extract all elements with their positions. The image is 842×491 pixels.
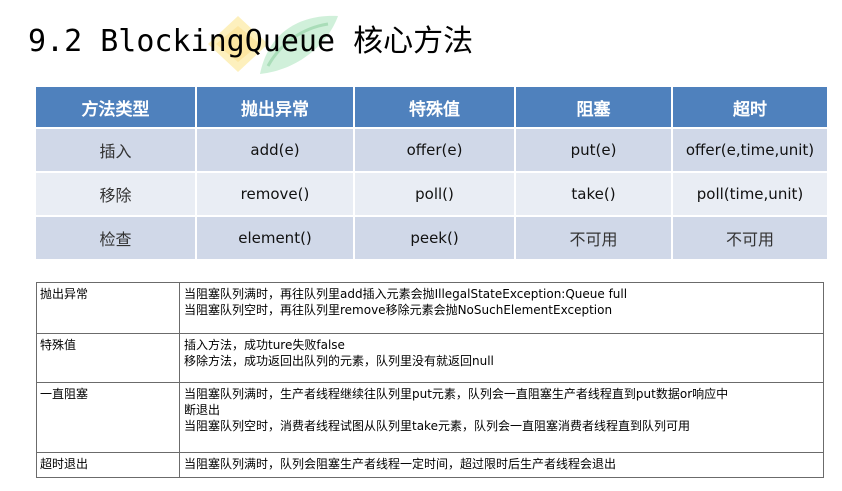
cell-not-applicable: 不可用 [672, 215, 827, 259]
desc-label-blocks: 一直阻塞 [36, 382, 180, 453]
table-row: 特殊值 插入方法，成功ture失败false 移除方法，成功返回出队列的元素，队… [36, 333, 824, 383]
desc-text-special: 插入方法，成功ture失败false 移除方法，成功返回出队列的元素，队列里没有… [179, 333, 824, 383]
desc-line: 插入方法，成功ture失败false [184, 338, 345, 352]
header-timeout: 超时 [672, 87, 827, 128]
desc-line: 当阻塞队列空时，再往队列里remove移除元素会抛NoSuchElementEx… [184, 303, 613, 317]
header-throws-exception: 抛出异常 [196, 87, 355, 128]
desc-label-special: 特殊值 [36, 333, 180, 383]
table-row: 一直阻塞 当阻塞队列满时，生产者线程继续往队列里put元素，队列会一直阻塞生产者… [36, 382, 824, 453]
cell-peek: peek() [354, 215, 516, 259]
header-special-value: 特殊值 [354, 87, 516, 128]
methods-table: 方法类型 抛出异常 特殊值 阻塞 超时 插入 add(e) offer(e) p… [36, 87, 827, 259]
table-row: 插入 add(e) offer(e) put(e) offer(e,time,u… [36, 127, 827, 172]
cell-poll-timeout: poll(time,unit) [672, 171, 827, 216]
table-row: 超时退出 当阻塞队列满时，队列会阻塞生产者线程一定时间，超过限时后生产者线程会退… [36, 452, 824, 478]
row-label-examine: 检查 [36, 215, 197, 259]
desc-line: 移除方法，成功返回出队列的元素，队列里没有就返回null [184, 354, 494, 368]
cell-add: add(e) [196, 127, 355, 172]
cell-remove: remove() [196, 171, 355, 216]
header-method-type: 方法类型 [36, 87, 197, 128]
desc-line: 当阻塞队列满时，生产者线程继续往队列里put元素，队列会一直阻塞生产者线程直到p… [184, 387, 729, 401]
cell-element: element() [196, 215, 355, 259]
description-table: 抛出异常 当阻塞队列满时，再往队列里add插入元素会抛IllegalStateE… [36, 282, 824, 478]
row-label-remove: 移除 [36, 171, 197, 216]
cell-offer-timeout: offer(e,time,unit) [672, 127, 827, 172]
table-row: 移除 remove() poll() take() poll(time,unit… [36, 171, 827, 216]
cell-put: put(e) [515, 127, 673, 172]
row-label-insert: 插入 [36, 127, 197, 172]
cell-not-applicable: 不可用 [515, 215, 673, 259]
page-title: 9.2 BlockingQueue 核心方法 [28, 24, 474, 59]
desc-label-throws: 抛出异常 [36, 282, 180, 334]
cell-take: take() [515, 171, 673, 216]
desc-line: 当阻塞队列满时，队列会阻塞生产者线程一定时间，超过限时后生产者线程会退出 [184, 457, 617, 471]
header-blocks: 阻塞 [515, 87, 673, 128]
desc-line: 断退出 [184, 403, 221, 417]
table-row: 抛出异常 当阻塞队列满时，再往队列里add插入元素会抛IllegalStateE… [36, 282, 824, 334]
methods-header-row: 方法类型 抛出异常 特殊值 阻塞 超时 [36, 87, 827, 128]
desc-label-timeout: 超时退出 [36, 452, 180, 478]
table-row: 检查 element() peek() 不可用 不可用 [36, 215, 827, 259]
desc-line: 当阻塞队列满时，再往队列里add插入元素会抛IllegalStateExcept… [184, 287, 628, 301]
desc-text-throws: 当阻塞队列满时，再往队列里add插入元素会抛IllegalStateExcept… [179, 282, 824, 334]
cell-offer: offer(e) [354, 127, 516, 172]
desc-line: 当阻塞队列空时，消费者线程试图从队列里take元素，队列会一直阻塞消费者线程直到… [184, 419, 690, 433]
cell-poll: poll() [354, 171, 516, 216]
desc-text-timeout: 当阻塞队列满时，队列会阻塞生产者线程一定时间，超过限时后生产者线程会退出 [179, 452, 824, 478]
desc-text-blocks: 当阻塞队列满时，生产者线程继续往队列里put元素，队列会一直阻塞生产者线程直到p… [179, 382, 824, 453]
